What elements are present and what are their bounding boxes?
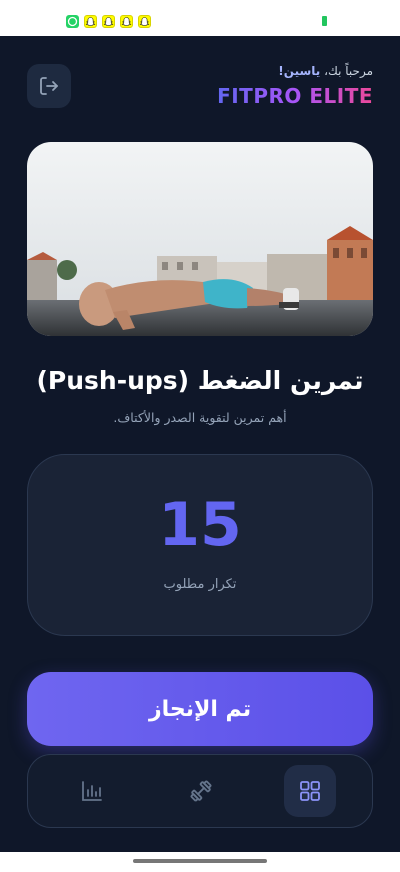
home-indicator[interactable] <box>133 859 267 863</box>
logout-button[interactable] <box>27 64 71 108</box>
exercise-photo <box>27 142 373 336</box>
bottom-nav <box>27 754 373 828</box>
logout-icon <box>40 77 58 95</box>
dumbbell-icon <box>190 780 212 802</box>
chart-icon <box>82 781 102 801</box>
snapchat-icon <box>102 15 115 28</box>
status-bar <box>0 0 400 36</box>
exercise-subtitle: أهم تمرين لتقوية الصدر والأكتاف. <box>113 410 287 425</box>
grid-icon <box>300 781 320 801</box>
exercise-title: تمرين الضغط (Push-ups) <box>36 366 364 395</box>
reps-count: 15 <box>158 490 242 560</box>
gesture-bar <box>0 852 400 872</box>
brand-logo: FITPRO ELITE <box>217 84 373 108</box>
reps-card: 15 تكرار مطلوب <box>27 454 373 636</box>
whatsapp-icon <box>66 15 79 28</box>
snapchat-icon <box>84 15 97 28</box>
user-name: ياسين! <box>278 64 321 78</box>
nav-item-dashboard[interactable] <box>284 765 336 817</box>
reps-label: تكرار مطلوب <box>163 577 237 592</box>
snapchat-icon <box>138 15 151 28</box>
nav-item-workouts[interactable] <box>175 765 227 817</box>
done-button[interactable]: تم الإنجاز <box>27 672 373 746</box>
battery-icon <box>322 16 327 26</box>
greeting-prefix: مرحباً بك، <box>324 64 373 78</box>
snapchat-icon <box>120 15 133 28</box>
greeting: مرحباً بك، ياسين! <box>278 64 373 78</box>
app-screen: مرحباً بك، ياسين! FITPRO ELITE تمرين الض… <box>0 36 400 852</box>
nav-item-stats[interactable] <box>66 765 118 817</box>
